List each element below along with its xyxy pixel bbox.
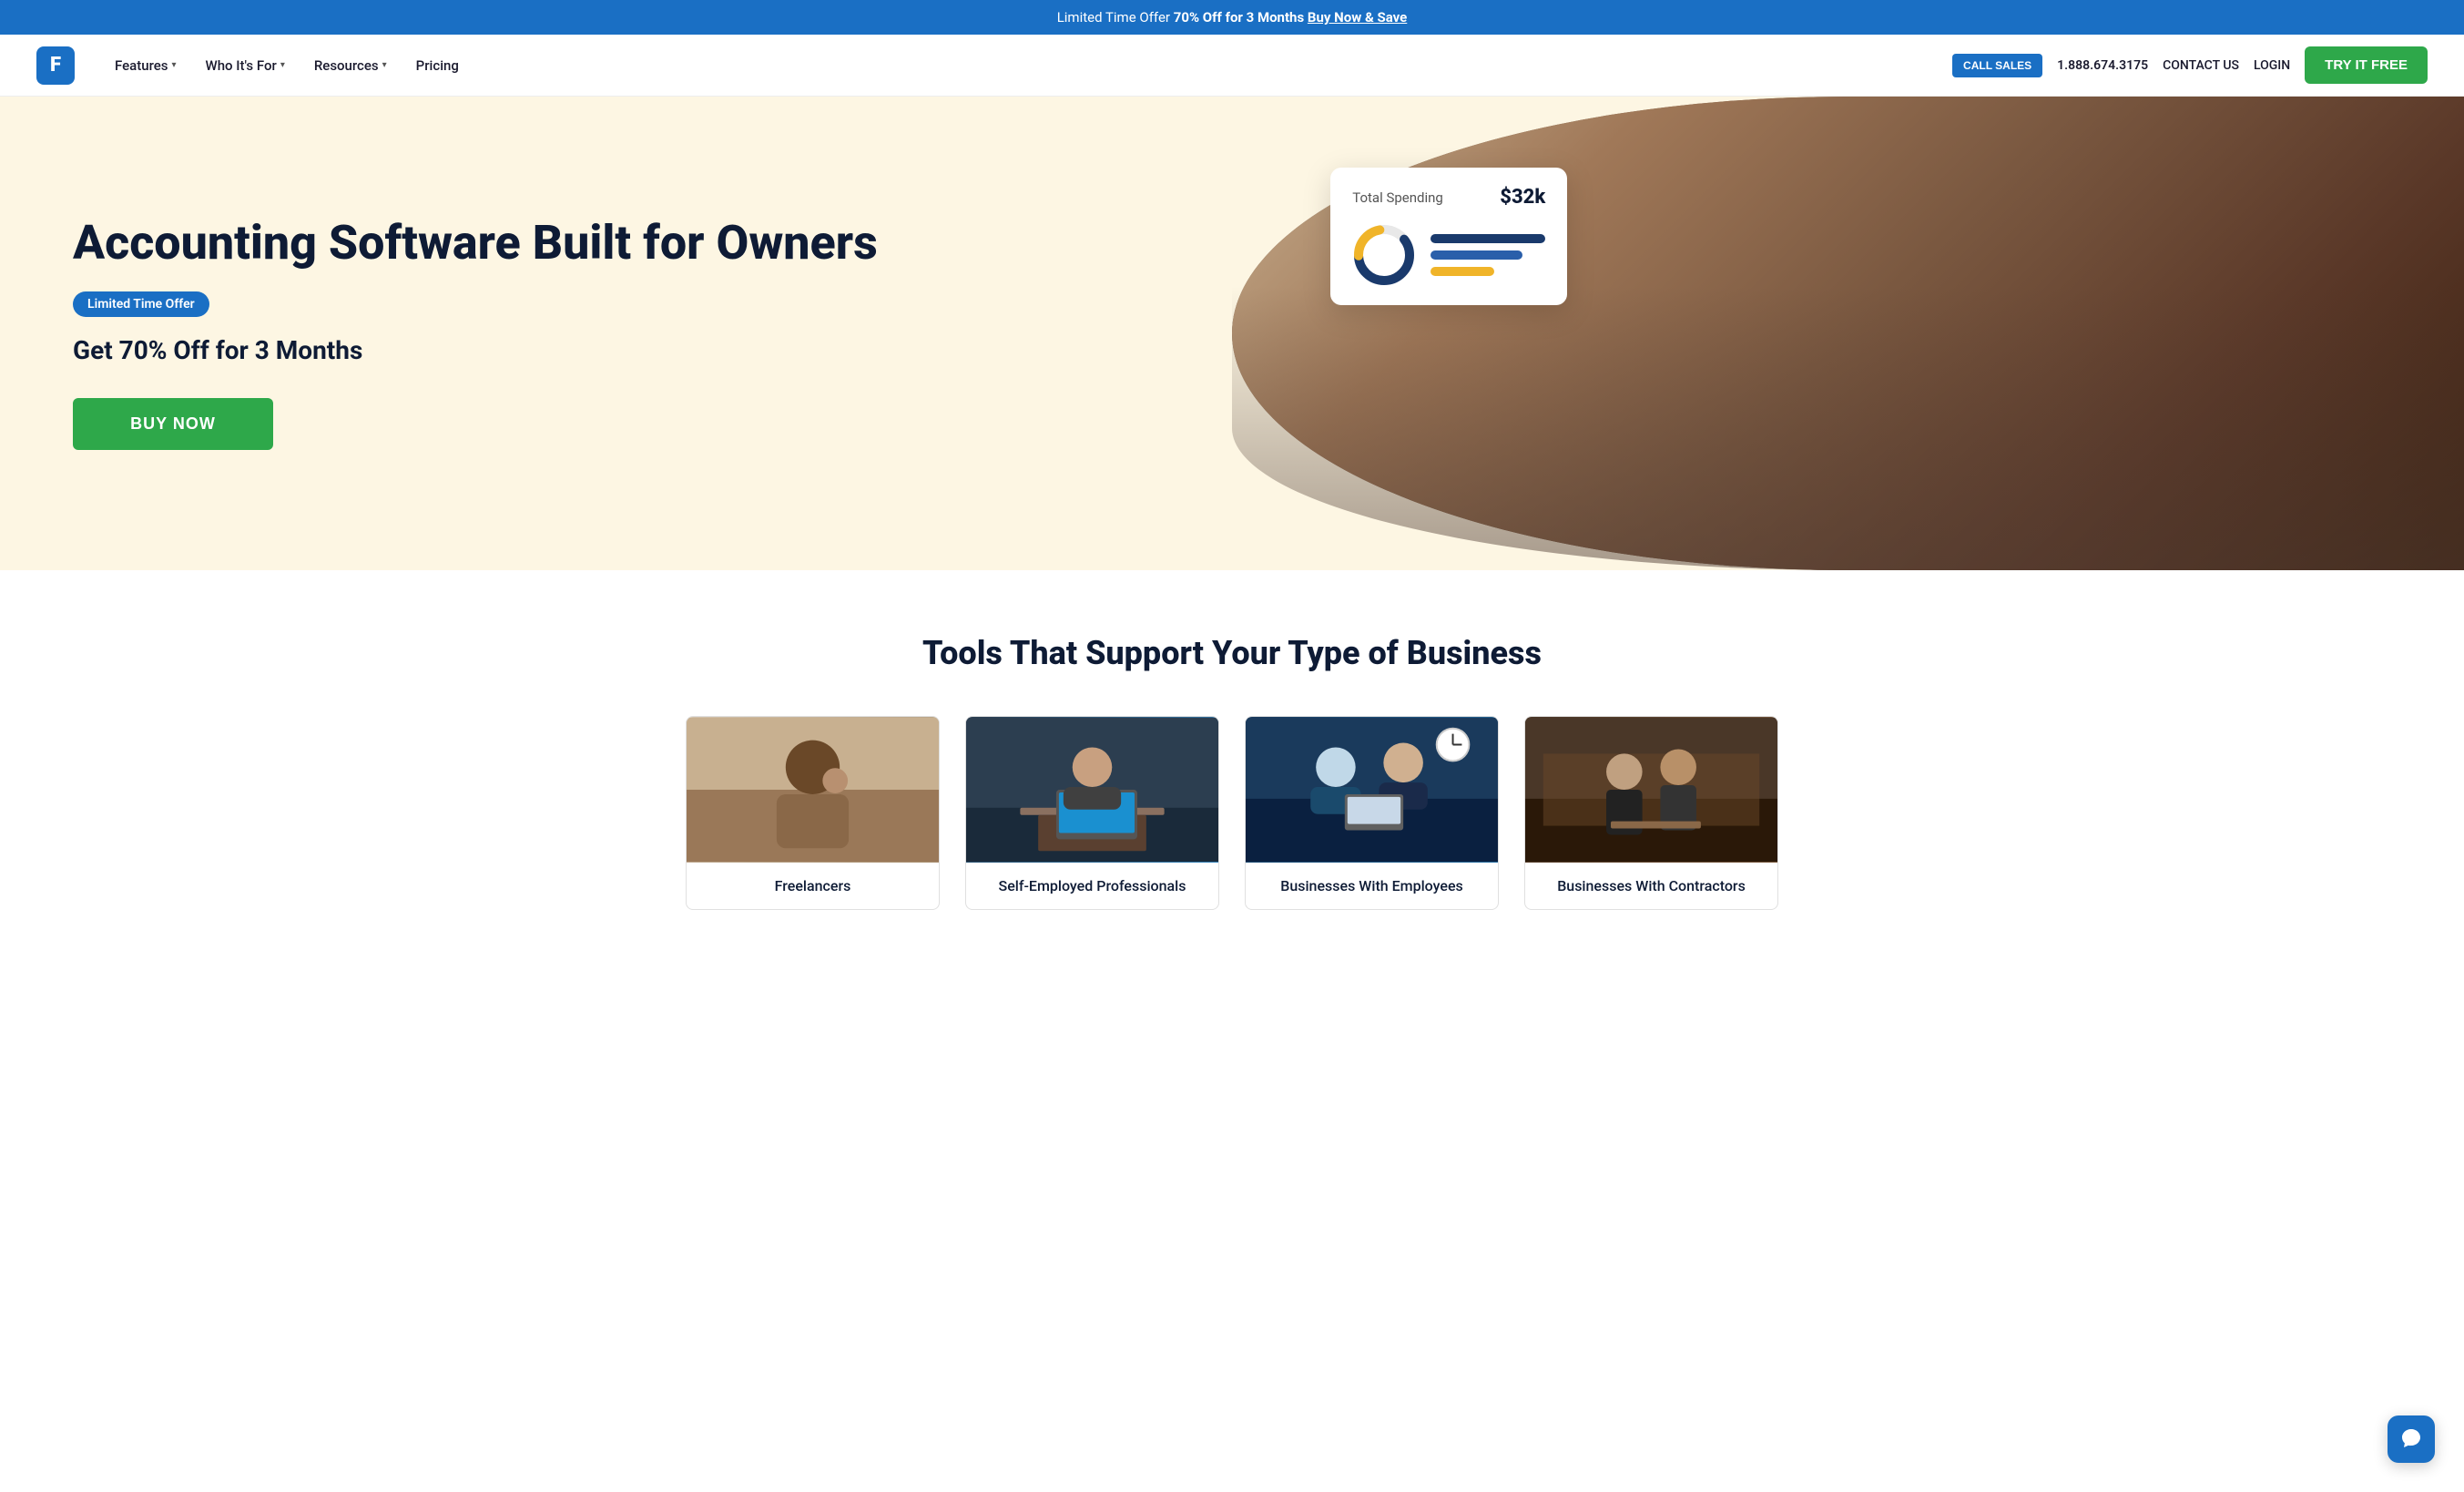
try-free-button[interactable]: TRY IT FREE <box>2305 46 2428 84</box>
chart-bars <box>1431 234 1545 276</box>
chart-bar-2 <box>1431 250 1522 260</box>
tool-image-businesses-contractors <box>1525 717 1777 863</box>
call-sales-button[interactable]: CALL SALES <box>1952 54 2042 77</box>
navbar: F Features ▾ Who It's For ▾ Resources ▾ … <box>0 35 2464 97</box>
hero-section: Accounting Software Built for Owners Lim… <box>0 97 2464 570</box>
tools-section-title: Tools That Support Your Type of Business <box>73 634 2391 672</box>
chevron-down-icon: ▾ <box>382 60 387 70</box>
chat-icon <box>2399 1427 2423 1451</box>
tool-image-freelancers <box>687 717 939 863</box>
promo-banner: Limited Time Offer 70% Off for 3 Months … <box>0 0 2464 35</box>
spending-card-header: Total Spending $32k <box>1352 186 1545 209</box>
chat-button[interactable] <box>2388 1415 2435 1463</box>
hero-content: Accounting Software Built for Owners Lim… <box>0 97 1232 570</box>
tool-label-businesses-contractors: Businesses With Contractors <box>1525 863 1777 909</box>
chevron-down-icon: ▾ <box>280 60 285 70</box>
tool-card-businesses-employees[interactable]: Businesses With Employees <box>1245 716 1499 910</box>
spending-amount: $32k <box>1500 186 1545 209</box>
tools-grid: Freelancers Self-Employed <box>686 716 1778 910</box>
hero-overlay <box>1232 286 2464 570</box>
donut-chart-icon <box>1352 223 1416 287</box>
tool-card-self-employed[interactable]: Self-Employed Professionals <box>965 716 1219 910</box>
nav-item-resources[interactable]: Resources ▾ <box>303 50 398 81</box>
contact-us-link[interactable]: CONTACT US <box>2163 58 2239 73</box>
banner-text: Limited Time Offer 70% Off for 3 Months … <box>1057 9 1408 26</box>
tool-label-freelancers: Freelancers <box>687 863 939 909</box>
nav-item-features[interactable]: Features ▾ <box>104 50 188 81</box>
hero-title: Accounting Software Built for Owners <box>73 217 1177 269</box>
tool-label-self-employed: Self-Employed Professionals <box>966 863 1218 909</box>
buy-now-button[interactable]: BUY NOW <box>73 398 273 450</box>
hero-image-area: Total Spending $32k <box>1232 97 2464 570</box>
limited-offer-badge: Limited Time Offer <box>73 291 209 317</box>
banner-link[interactable]: Buy Now & Save <box>1308 9 1407 26</box>
nav-item-who-its-for[interactable]: Who It's For ▾ <box>195 50 296 81</box>
logo[interactable]: F <box>36 46 75 85</box>
hero-subtitle: Get 70% Off for 3 Months <box>73 335 1177 365</box>
chevron-down-icon: ▾ <box>171 60 176 70</box>
tool-image-self-employed <box>966 717 1218 863</box>
navbar-right: CALL SALES 1.888.674.3175 CONTACT US LOG… <box>1952 46 2428 84</box>
spending-chart <box>1352 223 1545 287</box>
nav-links: Features ▾ Who It's For ▾ Resources ▾ Pr… <box>104 50 1952 81</box>
tool-image-businesses-employees <box>1246 717 1498 863</box>
tool-card-businesses-contractors[interactable]: Businesses With Contractors <box>1524 716 1778 910</box>
chart-bar-3 <box>1431 267 1493 276</box>
spending-label: Total Spending <box>1352 189 1443 206</box>
tool-label-businesses-employees: Businesses With Employees <box>1246 863 1498 909</box>
phone-number: 1.888.674.3175 <box>2057 58 2148 73</box>
nav-item-pricing[interactable]: Pricing <box>405 50 470 81</box>
spending-card: Total Spending $32k <box>1330 168 1567 305</box>
login-link[interactable]: LOGIN <box>2254 58 2290 73</box>
chart-bar-1 <box>1431 234 1545 243</box>
tools-section: Tools That Support Your Type of Business… <box>0 570 2464 974</box>
tool-card-freelancers[interactable]: Freelancers <box>686 716 940 910</box>
